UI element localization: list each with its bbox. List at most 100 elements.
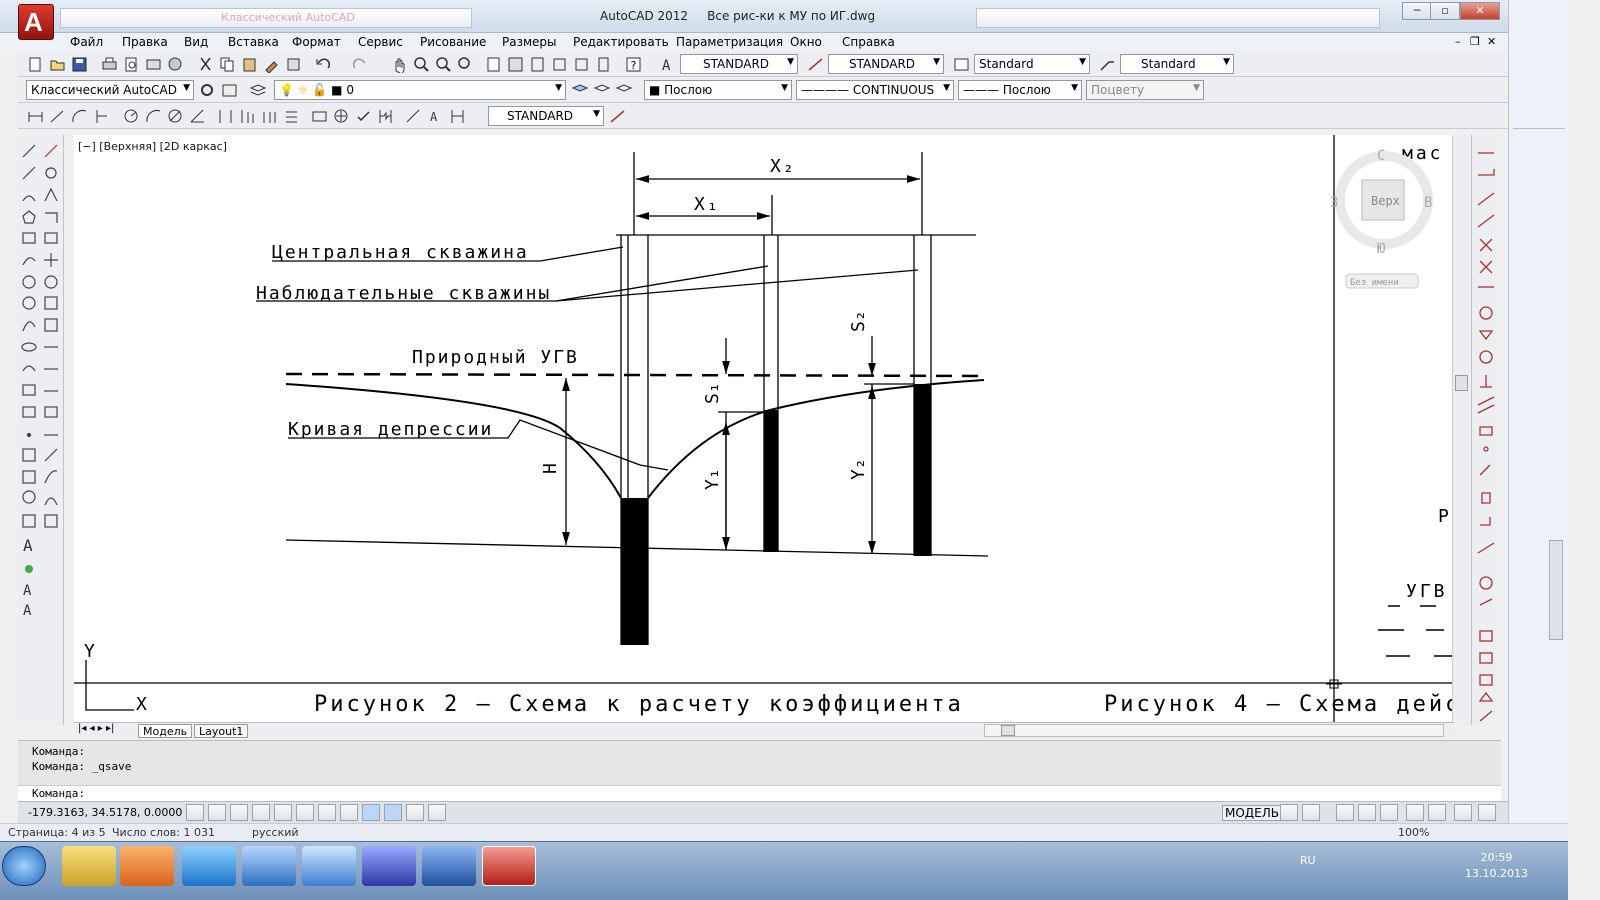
quick-view-layouts-icon[interactable] xyxy=(1280,804,1298,821)
table-style-select[interactable]: Standard ▼ xyxy=(974,54,1090,74)
color-select[interactable]: ■ Послою ▼ xyxy=(644,80,792,100)
dim-update-icon[interactable] xyxy=(448,107,465,124)
viewcube[interactable]: Верх С Ю З В Без имени xyxy=(1330,148,1433,289)
grid-icon[interactable] xyxy=(230,804,248,821)
background-scrollbar[interactable] xyxy=(1549,540,1563,640)
continue-dim-icon[interactable] xyxy=(260,107,277,124)
baseline-dim-icon[interactable] xyxy=(238,107,255,124)
dim-edit-icon[interactable] xyxy=(404,107,421,124)
jogged-dim-icon[interactable] xyxy=(144,107,161,124)
layer-select[interactable]: 💡 ☼ 🔓 ■ 0 ▼ xyxy=(274,80,566,100)
open-icon[interactable] xyxy=(48,55,65,72)
radius-dim-icon[interactable] xyxy=(122,107,139,124)
doc-close-button[interactable]: ✕ xyxy=(1487,35,1496,48)
linear-dim-icon[interactable] xyxy=(26,107,43,124)
wcs-menu[interactable]: Без имени xyxy=(1350,278,1399,288)
dell-taskbar-icon[interactable] xyxy=(302,846,356,886)
menu-draw[interactable]: Рисование xyxy=(420,35,486,49)
annotation-visibility-icon[interactable] xyxy=(1358,804,1376,821)
layer-state-icon[interactable] xyxy=(614,81,632,98)
command-input[interactable]: Команда: xyxy=(18,785,1501,801)
save-icon[interactable] xyxy=(70,55,87,72)
quick-access-toolbar[interactable]: Классический AutoCAD xyxy=(60,8,472,28)
start-button[interactable] xyxy=(2,846,46,886)
angular-dim-icon[interactable] xyxy=(188,107,205,124)
annotation-scale-icon[interactable] xyxy=(1336,804,1354,821)
print-icon[interactable] xyxy=(100,55,117,72)
menu-dimension[interactable]: Размеры xyxy=(502,35,557,49)
menu-edit[interactable]: Правка xyxy=(122,35,168,49)
close-button[interactable]: ✕ xyxy=(1460,2,1500,20)
clean-screen-icon[interactable] xyxy=(1478,804,1496,821)
menu-tools[interactable]: Сервис xyxy=(358,35,403,49)
dim-space-icon[interactable] xyxy=(282,107,299,124)
design-center-icon[interactable] xyxy=(506,55,523,72)
autocad-taskbar-icon[interactable] xyxy=(482,846,536,886)
preview-icon[interactable] xyxy=(122,55,139,72)
autocad-logo-icon[interactable]: A xyxy=(18,4,54,40)
scroll-thumb[interactable] xyxy=(1455,375,1468,391)
isolate-objects-icon[interactable] xyxy=(1454,804,1472,821)
snap-icon[interactable] xyxy=(208,804,226,821)
workspace-select[interactable]: Классический AutoCAD ▼ xyxy=(26,80,194,100)
help-icon[interactable]: ? xyxy=(624,55,641,72)
viewcube-west[interactable]: З xyxy=(1330,195,1338,211)
layer-manager-icon[interactable] xyxy=(220,81,237,98)
paste-icon[interactable] xyxy=(240,55,257,72)
save-app-taskbar-icon[interactable] xyxy=(362,846,416,886)
hardware-accel-icon[interactable] xyxy=(1428,804,1446,821)
drawing-canvas[interactable]: X₂ X₁ Центральная скважина Наблюдательны… xyxy=(74,135,1452,725)
ordinate-dim-icon[interactable] xyxy=(92,107,109,124)
input-language-indicator[interactable]: RU xyxy=(1300,854,1316,867)
text-style-select[interactable]: STANDARD ▼ xyxy=(680,54,798,74)
osnap-icon[interactable] xyxy=(296,804,314,821)
viewcube-east[interactable]: В xyxy=(1424,195,1432,211)
make-current-layer-icon[interactable] xyxy=(570,81,588,98)
3d-osnap-icon[interactable] xyxy=(318,804,336,821)
h-scroll-thumb[interactable] xyxy=(1001,725,1015,736)
menu-view[interactable]: Вид xyxy=(184,35,208,49)
vertical-scrollbar[interactable] xyxy=(1452,135,1470,725)
menu-file[interactable]: Файл xyxy=(70,35,103,49)
zoom-previous-icon[interactable] xyxy=(456,55,473,72)
3d-print-icon[interactable] xyxy=(166,55,183,72)
tab-model[interactable]: Модель xyxy=(138,724,193,738)
table-style-icon[interactable] xyxy=(952,55,969,72)
properties-icon[interactable] xyxy=(484,55,501,72)
lineweight-select[interactable]: ——— Послою ▼ xyxy=(958,80,1082,100)
tool-palettes-icon[interactable] xyxy=(528,55,545,72)
zoom-realtime-icon[interactable] xyxy=(412,55,429,72)
minimize-button[interactable]: ─ xyxy=(1402,2,1432,20)
linetype-select[interactable]: ———— CONTINUOUS ▼ xyxy=(796,80,954,100)
tab-nav-first-icon[interactable]: |◂ ◂ ▸ ▸| xyxy=(78,723,114,734)
arc-length-icon[interactable] xyxy=(70,107,87,124)
menu-help[interactable]: Справка xyxy=(842,35,895,49)
aligned-dim-icon[interactable] xyxy=(48,107,65,124)
viewcube-north[interactable]: С xyxy=(1377,148,1385,164)
tab-layout1[interactable]: Layout1 xyxy=(194,724,249,738)
quick-dim-icon[interactable] xyxy=(216,107,233,124)
text-style-icon[interactable]: A xyxy=(658,55,675,73)
word-zoom[interactable]: 100% xyxy=(1398,826,1429,839)
model-space-button[interactable]: МОДЕЛЬ xyxy=(1222,805,1283,821)
ie-taskbar-icon[interactable] xyxy=(182,846,236,886)
word-word-count[interactable]: Число слов: 1 031 xyxy=(112,826,215,839)
ducs-icon[interactable] xyxy=(362,804,380,821)
viewport-controls-label[interactable]: [−] [Верхняя] [2D каркас] xyxy=(78,140,227,153)
menu-modify[interactable]: Редактировать xyxy=(573,35,669,49)
layer-previous-icon[interactable] xyxy=(592,81,610,98)
modify-tools-icons[interactable] xyxy=(1472,135,1502,725)
viewcube-top[interactable]: Верх xyxy=(1371,194,1400,208)
lineweight-icon[interactable] xyxy=(406,804,424,821)
word-page-count[interactable]: Страница: 4 из 5 xyxy=(8,826,106,839)
inspection-icon[interactable] xyxy=(354,107,371,124)
tolerance-icon[interactable] xyxy=(310,107,327,124)
dim-style-manager-icon[interactable] xyxy=(608,107,625,124)
word-language[interactable]: русский xyxy=(252,826,299,839)
menu-insert[interactable]: Вставка xyxy=(228,35,279,49)
dyn-icon[interactable] xyxy=(384,804,402,821)
plotstyle-select[interactable]: Поцвету ▼ xyxy=(1086,80,1204,100)
transparency-icon[interactable] xyxy=(428,804,446,821)
word-taskbar-icon[interactable] xyxy=(422,846,476,886)
layer-properties-icon[interactable] xyxy=(248,81,266,98)
